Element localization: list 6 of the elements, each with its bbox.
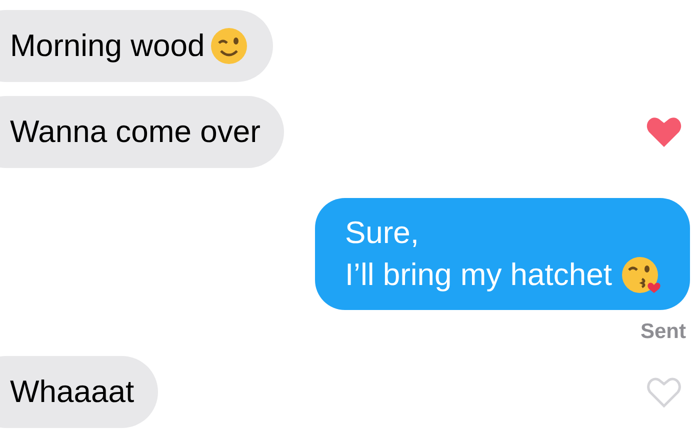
- received-message-bubble: Whaaaat: [0, 356, 158, 428]
- delivery-status: Sent: [640, 319, 686, 345]
- received-message-bubble: Wanna come over: [0, 96, 284, 168]
- sent-message-bubble: Sure, I’ll bring my hatchet: [314, 198, 690, 310]
- received-message-bubble: Morning wood: [0, 10, 273, 82]
- heart-icon[interactable]: [646, 116, 682, 148]
